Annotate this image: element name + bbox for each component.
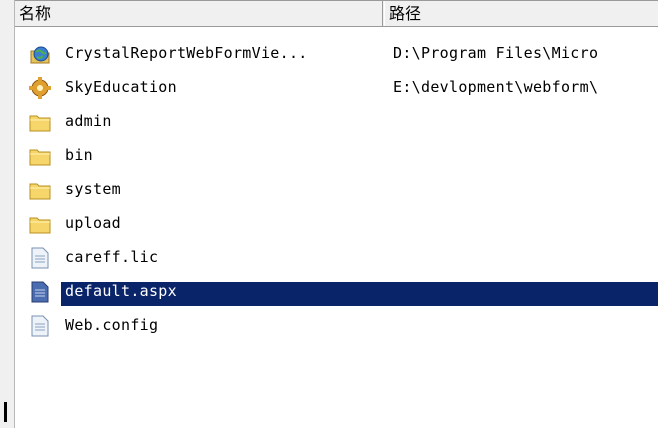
item-path: D:\Program Files\Micro	[393, 44, 599, 62]
list-item[interactable]: Web.config	[15, 309, 658, 343]
item-name: SkyEducation	[65, 78, 177, 96]
left-pane-edge	[0, 0, 15, 428]
item-path: E:\devlopment\webform\	[393, 78, 599, 96]
folder-icon	[29, 111, 51, 133]
file-icon	[29, 281, 49, 303]
folder-icon	[29, 179, 51, 201]
item-name: upload	[65, 214, 121, 232]
item-name: careff.lic	[65, 248, 159, 266]
folder-icon	[29, 213, 51, 235]
list-item[interactable]: careff.lic	[15, 241, 658, 275]
item-name: Web.config	[65, 316, 159, 334]
file-icon	[29, 247, 49, 269]
list-item[interactable]: SkyEducation E:\devlopment\webform\	[15, 71, 658, 105]
list-item[interactable]: CrystalReportWebFormVie... D:\Program Fi…	[15, 37, 658, 71]
column-header-bar: 名称 路径	[15, 0, 658, 27]
column-header-name[interactable]: 名称	[15, 1, 383, 26]
item-name: admin	[65, 112, 112, 130]
web-globe-icon	[29, 43, 50, 65]
folder-icon	[29, 145, 51, 167]
file-icon	[29, 315, 49, 337]
file-list-view[interactable]: 名称 路径 CrystalReportWebFormVie... D:\Prog…	[15, 0, 658, 428]
item-name: bin	[65, 146, 93, 164]
item-name: system	[65, 180, 121, 198]
list-item[interactable]: admin	[15, 105, 658, 139]
splitter-grip[interactable]	[4, 402, 7, 422]
list-item[interactable]: bin	[15, 139, 658, 173]
item-name: default.aspx	[65, 282, 177, 300]
list-item-selected[interactable]: default.aspx	[15, 275, 658, 309]
column-header-path[interactable]: 路径	[384, 1, 658, 26]
list-item[interactable]: upload	[15, 207, 658, 241]
list-item[interactable]: system	[15, 173, 658, 207]
item-name: CrystalReportWebFormVie...	[65, 44, 308, 62]
web-gear-icon	[29, 77, 51, 99]
